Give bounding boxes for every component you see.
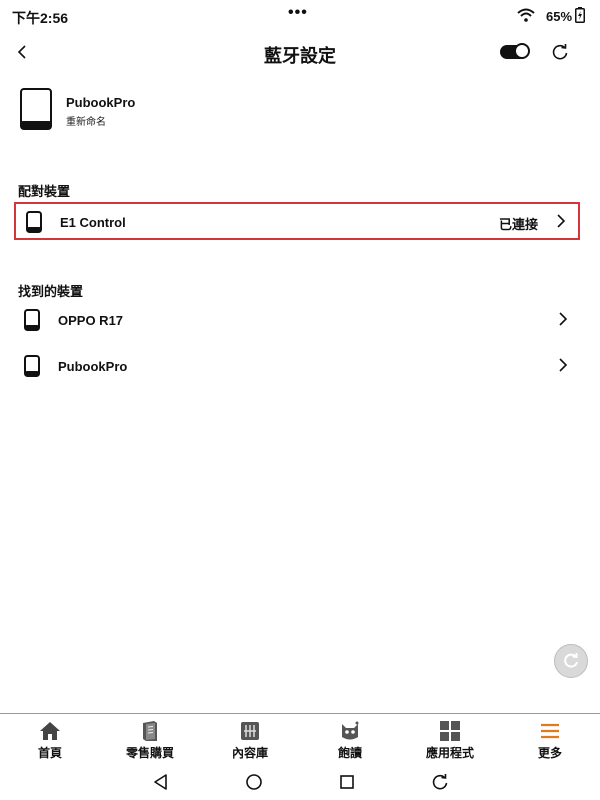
system-home-button[interactable]: [244, 772, 264, 792]
status-more-dots: •••: [288, 4, 308, 21]
nav-label: 應用程式: [425, 746, 474, 760]
nav-label: 飽讀: [337, 746, 362, 760]
this-device: PubookPro 重新命名: [18, 86, 318, 132]
paired-devices-heading: 配對裝置: [18, 184, 71, 199]
nav-library[interactable]: 內容庫: [200, 718, 300, 766]
system-refresh-button[interactable]: [430, 772, 450, 792]
found-device-row[interactable]: PubookPro: [14, 348, 580, 386]
phone-icon: [26, 211, 42, 233]
status-bar: 下午2:56 ••• 65%: [0, 0, 600, 32]
battery-charging-icon: [575, 7, 585, 23]
connection-status: 已連接: [498, 217, 538, 232]
home-icon: [40, 722, 60, 740]
apps-grid-icon: [440, 721, 460, 741]
paired-device-row[interactable]: E1 Control 已連接: [14, 202, 580, 240]
chevron-right-icon: [559, 312, 568, 326]
library-icon: [241, 722, 259, 740]
bottom-navigation: 首頁 零售購買 內容庫 飽讀 應用程式 更多: [0, 713, 600, 766]
device-label: OPPO R17: [58, 313, 124, 328]
system-navigation-bar: [0, 765, 600, 800]
tablet-icon: [20, 88, 52, 130]
nav-label: 更多: [537, 746, 562, 760]
refresh-button[interactable]: [548, 40, 572, 64]
menu-icon: [541, 723, 559, 739]
found-devices-heading: 找到的裝置: [18, 284, 84, 299]
nav-label: 內容庫: [231, 746, 268, 760]
nav-more[interactable]: 更多: [500, 718, 600, 766]
toggle-knob: [514, 43, 530, 59]
device-label: PubookPro: [58, 359, 128, 374]
nav-feast[interactable]: 飽讀: [300, 718, 400, 766]
refresh-icon: [564, 653, 578, 668]
nav-retail[interactable]: 零售購買: [100, 718, 200, 766]
chevron-right-icon: [559, 358, 568, 372]
rename-link[interactable]: 重新命名: [66, 113, 106, 128]
nav-label: 首頁: [37, 746, 62, 760]
book-icon: [143, 721, 157, 741]
system-recents-button[interactable]: [337, 772, 357, 792]
nav-home[interactable]: 首頁: [0, 718, 100, 766]
battery-percent: 65%: [546, 9, 573, 24]
bluetooth-toggle[interactable]: [500, 43, 530, 59]
device-label: E1 Control: [60, 215, 126, 230]
chevron-right-icon: [557, 214, 566, 228]
device-name: PubookPro: [66, 95, 136, 110]
wifi-icon: [517, 8, 535, 22]
app-header: 藍牙設定: [0, 32, 600, 76]
found-device-row[interactable]: OPPO R17: [14, 302, 580, 340]
phone-icon: [24, 355, 40, 377]
status-time: 下午2:56: [12, 10, 69, 26]
nav-label: 零售購買: [125, 746, 174, 760]
nav-apps[interactable]: 應用程式: [400, 718, 500, 766]
phone-icon: [24, 309, 40, 331]
system-back-button[interactable]: [151, 772, 171, 792]
mascot-icon: [342, 721, 359, 740]
floating-refresh-button[interactable]: [554, 644, 588, 678]
